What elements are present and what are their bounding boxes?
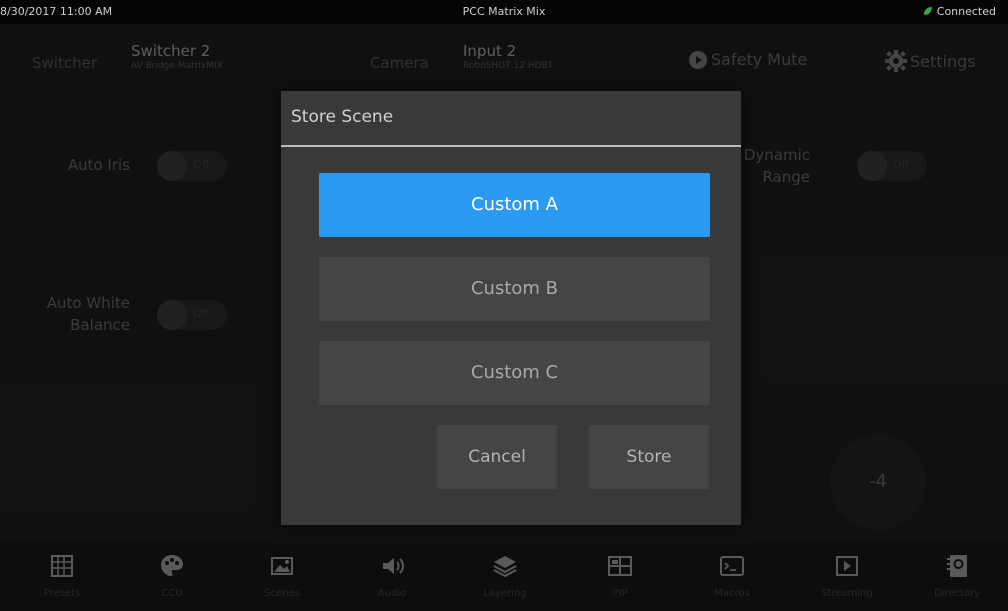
cancel-button[interactable]: Cancel	[437, 425, 557, 489]
store-button[interactable]: Store	[589, 425, 709, 489]
leaf-icon	[923, 7, 932, 15]
status-bar: 8/30/2017 11:00 AM PCC Matrix Mix Connec…	[0, 0, 1008, 24]
scene-option-custom-a[interactable]: Custom A	[319, 173, 710, 237]
scene-option-custom-b[interactable]: Custom B	[319, 257, 710, 321]
scene-option-custom-c[interactable]: Custom C	[319, 341, 710, 405]
title-divider	[281, 145, 741, 147]
store-scene-dialog: Store Scene Custom A Custom B Custom C C…	[281, 91, 741, 525]
connection-label: Connected	[936, 5, 996, 18]
connection-status: Connected	[923, 5, 996, 18]
dialog-title: Store Scene	[291, 107, 394, 127]
app-title: PCC Matrix Mix	[462, 5, 546, 18]
